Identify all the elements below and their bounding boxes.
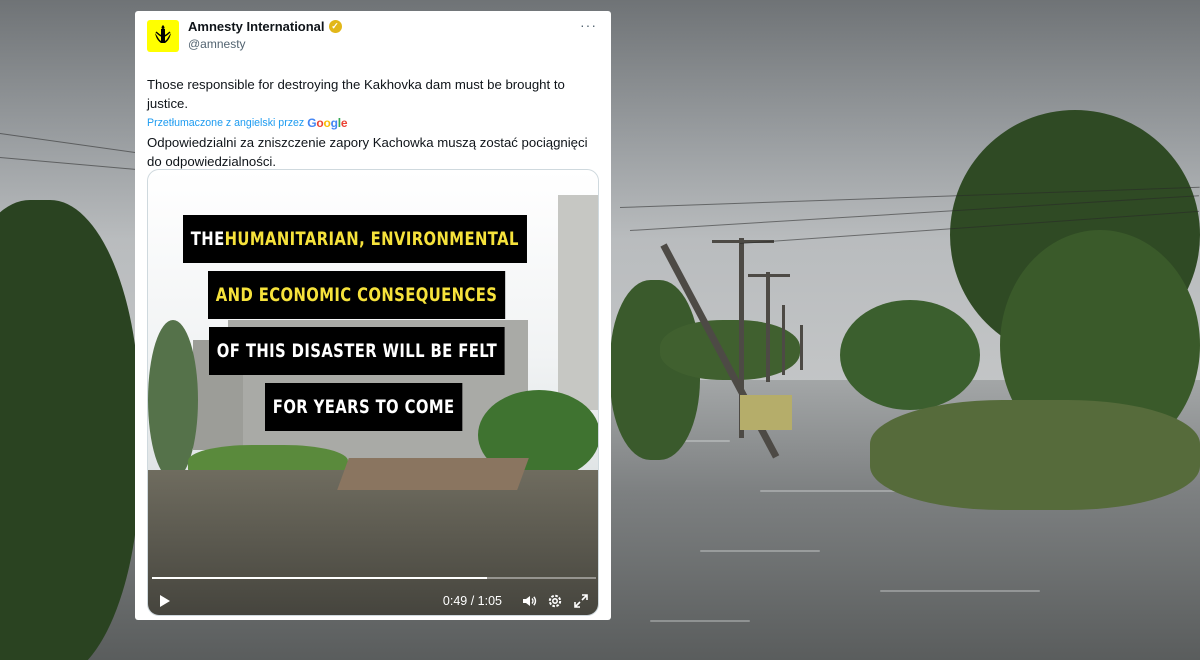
- verified-badge-icon[interactable]: ✓: [328, 20, 342, 33]
- flooded-building: [740, 395, 792, 430]
- video-progress-fill: [152, 577, 487, 579]
- display-name[interactable]: Amnesty International ✓: [188, 19, 580, 34]
- video-time: 0:49 / 1:05: [442, 594, 502, 608]
- caption-highlight: HUMANITARIAN, ENVIRONMENTAL: [224, 228, 519, 250]
- video-caption-line-3: OF THIS DISASTER WILL BE FELT: [209, 327, 505, 375]
- google-logo: Google: [307, 116, 348, 130]
- video-caption-line-4: FOR YEARS TO COME: [265, 383, 463, 431]
- utility-pole: [748, 274, 790, 277]
- video-caption-line-1: THE HUMANITARIAN, ENVIRONMENTAL: [183, 215, 527, 263]
- caption-highlight: AND ECONOMIC CONSEQUENCES: [215, 284, 498, 306]
- translation-attribution[interactable]: Przetłumaczone z angielski przez Google: [147, 116, 599, 130]
- video-controls: 0:49 / 1:05: [148, 588, 598, 614]
- translated-tweet-text: Odpowiedzialni za zniszczenie zapory Kac…: [147, 135, 588, 169]
- video-apartment-tower: [558, 195, 598, 410]
- settings-gear-icon[interactable]: [546, 592, 564, 610]
- fullscreen-icon[interactable]: [572, 592, 590, 610]
- more-options-icon[interactable]: ···: [580, 17, 599, 33]
- user-handle[interactable]: @amnesty: [188, 37, 580, 51]
- translated-by-label[interactable]: Przetłumaczone z angielski przez: [147, 117, 304, 129]
- caption-plain: FOR YEARS TO COME: [272, 396, 455, 418]
- amnesty-candle-icon[interactable]: [147, 20, 179, 52]
- tweet-text: Those responsible for destroying the Kak…: [147, 77, 565, 111]
- background-tree: [840, 300, 980, 410]
- video-player[interactable]: THE HUMANITARIAN, ENVIRONMENTAL AND ECON…: [147, 169, 599, 616]
- volume-icon[interactable]: [520, 592, 538, 610]
- caption-plain: THE: [190, 228, 225, 250]
- utility-pole: [782, 305, 785, 375]
- background-bushes: [870, 400, 1200, 510]
- tweet-card: Amnesty International ✓ @amnesty ··· Tho…: [135, 11, 611, 620]
- video-caption-line-2: AND ECONOMIC CONSEQUENCES: [208, 271, 506, 319]
- utility-pole: [800, 325, 803, 370]
- display-name-text[interactable]: Amnesty International: [188, 19, 325, 34]
- utility-pole: [766, 272, 770, 382]
- tweet-header: Amnesty International ✓ @amnesty ···: [147, 17, 599, 63]
- play-icon[interactable]: [160, 595, 170, 607]
- caption-plain: OF THIS DISASTER WILL BE FELT: [216, 340, 498, 362]
- video-submerged-roof: [337, 458, 529, 490]
- video-progress-bar[interactable]: [152, 577, 596, 579]
